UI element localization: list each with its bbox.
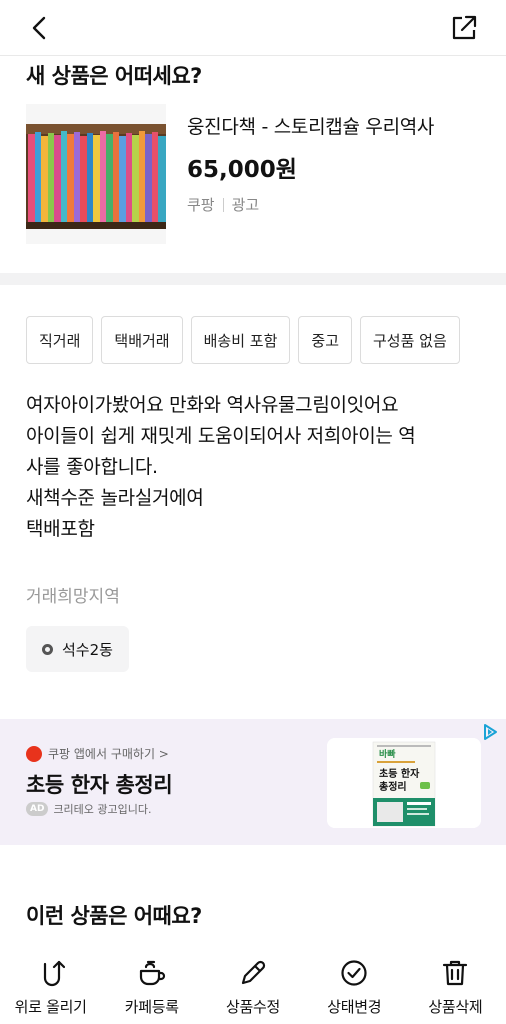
trash-icon bbox=[438, 956, 472, 990]
cafe-register-label: 카페등록 bbox=[124, 998, 179, 1016]
description-line: 여자아이가봤어요 만화와 역사유물그림이잇어요 bbox=[26, 394, 399, 416]
trade-area-chip[interactable]: 석수2동 bbox=[26, 626, 129, 672]
book-cover-line: 총정리 bbox=[379, 780, 407, 793]
bottom-action-bar: 위로 올리기 카페등록 상품수정 상태변경 상품삭제 bbox=[0, 948, 506, 1024]
description-line: 사를 좋아합니다. bbox=[26, 456, 158, 478]
chevron-left-icon bbox=[32, 16, 46, 40]
top-bar bbox=[0, 0, 506, 56]
share-external-icon bbox=[452, 15, 477, 40]
coffee-cup-icon bbox=[135, 956, 169, 990]
ad-note-text: 크리테오 광고입니다. bbox=[53, 803, 152, 816]
ad-badge: AD bbox=[26, 802, 49, 816]
bump-up-button[interactable]: 위로 올리기 bbox=[0, 948, 101, 1024]
tag-delivery-trade: 택배거래 bbox=[101, 316, 183, 364]
coupang-logo-icon bbox=[26, 745, 42, 762]
seller-name: 쿠팡 bbox=[187, 196, 215, 214]
tag-used: 중고 bbox=[298, 316, 352, 364]
tag-shipping-included: 배송비 포함 bbox=[190, 316, 291, 364]
back-button[interactable] bbox=[22, 10, 58, 46]
change-status-button[interactable]: 상태변경 bbox=[304, 948, 405, 1024]
description-line: 택배포함 bbox=[26, 518, 95, 540]
edit-product-label: 상품수정 bbox=[226, 998, 281, 1016]
trade-tags: 직거래 택배거래 배송비 포함 중고 구성품 없음 bbox=[26, 316, 506, 364]
description-line: 새책수준 놀라실거에여 bbox=[26, 487, 204, 509]
bump-up-icon bbox=[34, 956, 68, 990]
change-status-label: 상태변경 bbox=[327, 998, 382, 1016]
recommendation-title: 새 상품은 어떠세요? bbox=[26, 64, 202, 88]
trade-area-label: 거래희망지역 bbox=[26, 587, 120, 607]
pencil-icon bbox=[236, 956, 270, 990]
ad-source[interactable]: 쿠팡 앱에서 구매하기 > bbox=[26, 745, 169, 762]
adchoices-icon[interactable] bbox=[480, 722, 500, 742]
tag-direct-trade: 직거래 bbox=[26, 316, 94, 364]
check-circle-icon bbox=[337, 956, 371, 990]
meta-separator bbox=[222, 197, 224, 212]
product-thumbnail bbox=[26, 104, 166, 244]
ad-source-text: 쿠팡 앱에서 구매하기 > bbox=[48, 747, 169, 761]
ad-book-image[interactable]: 바빠 초등 한자 총정리 bbox=[327, 738, 481, 828]
delete-product-label: 상품삭제 bbox=[428, 998, 483, 1016]
share-button[interactable] bbox=[446, 10, 482, 46]
ad-title: 초등 한자 총정리 bbox=[26, 773, 173, 797]
more-products-title: 이런 상품은 어때요? bbox=[26, 904, 202, 928]
trade-area-value: 석수2동 bbox=[62, 640, 113, 659]
edit-product-button[interactable]: 상품수정 bbox=[202, 948, 303, 1024]
bump-up-label: 위로 올리기 bbox=[14, 998, 87, 1016]
product-description: 여자아이가봤어요 만화와 역사유물그림이잇어요 아이들이 쉽게 재밋게 도움이되… bbox=[26, 390, 486, 545]
book-cover-title: 바빠 bbox=[379, 748, 396, 760]
description-line: 아이들이 쉽게 재밋게 도움이되어사 저희아이는 역 bbox=[26, 425, 416, 447]
location-pin-icon bbox=[42, 643, 53, 655]
product-price: 65,000원 bbox=[187, 157, 297, 183]
ad-label: 광고 bbox=[231, 196, 260, 214]
product-meta: 쿠팡 광고 bbox=[187, 194, 259, 215]
delete-product-button[interactable]: 상품삭제 bbox=[405, 948, 506, 1024]
tag-no-components: 구성품 없음 bbox=[360, 316, 460, 364]
recommended-product-card[interactable]: 웅진다책 - 스토리캡슐 우리역사 65,000원 쿠팡 광고 bbox=[26, 104, 486, 244]
product-name: 웅진다책 - 스토리캡슐 우리역사 bbox=[187, 116, 435, 138]
book-cover-line: 초등 한자 bbox=[379, 767, 420, 780]
section-divider bbox=[0, 273, 506, 285]
ad-note: AD 크리테오 광고입니다. bbox=[26, 801, 152, 817]
cafe-register-button[interactable]: 카페등록 bbox=[101, 948, 202, 1024]
